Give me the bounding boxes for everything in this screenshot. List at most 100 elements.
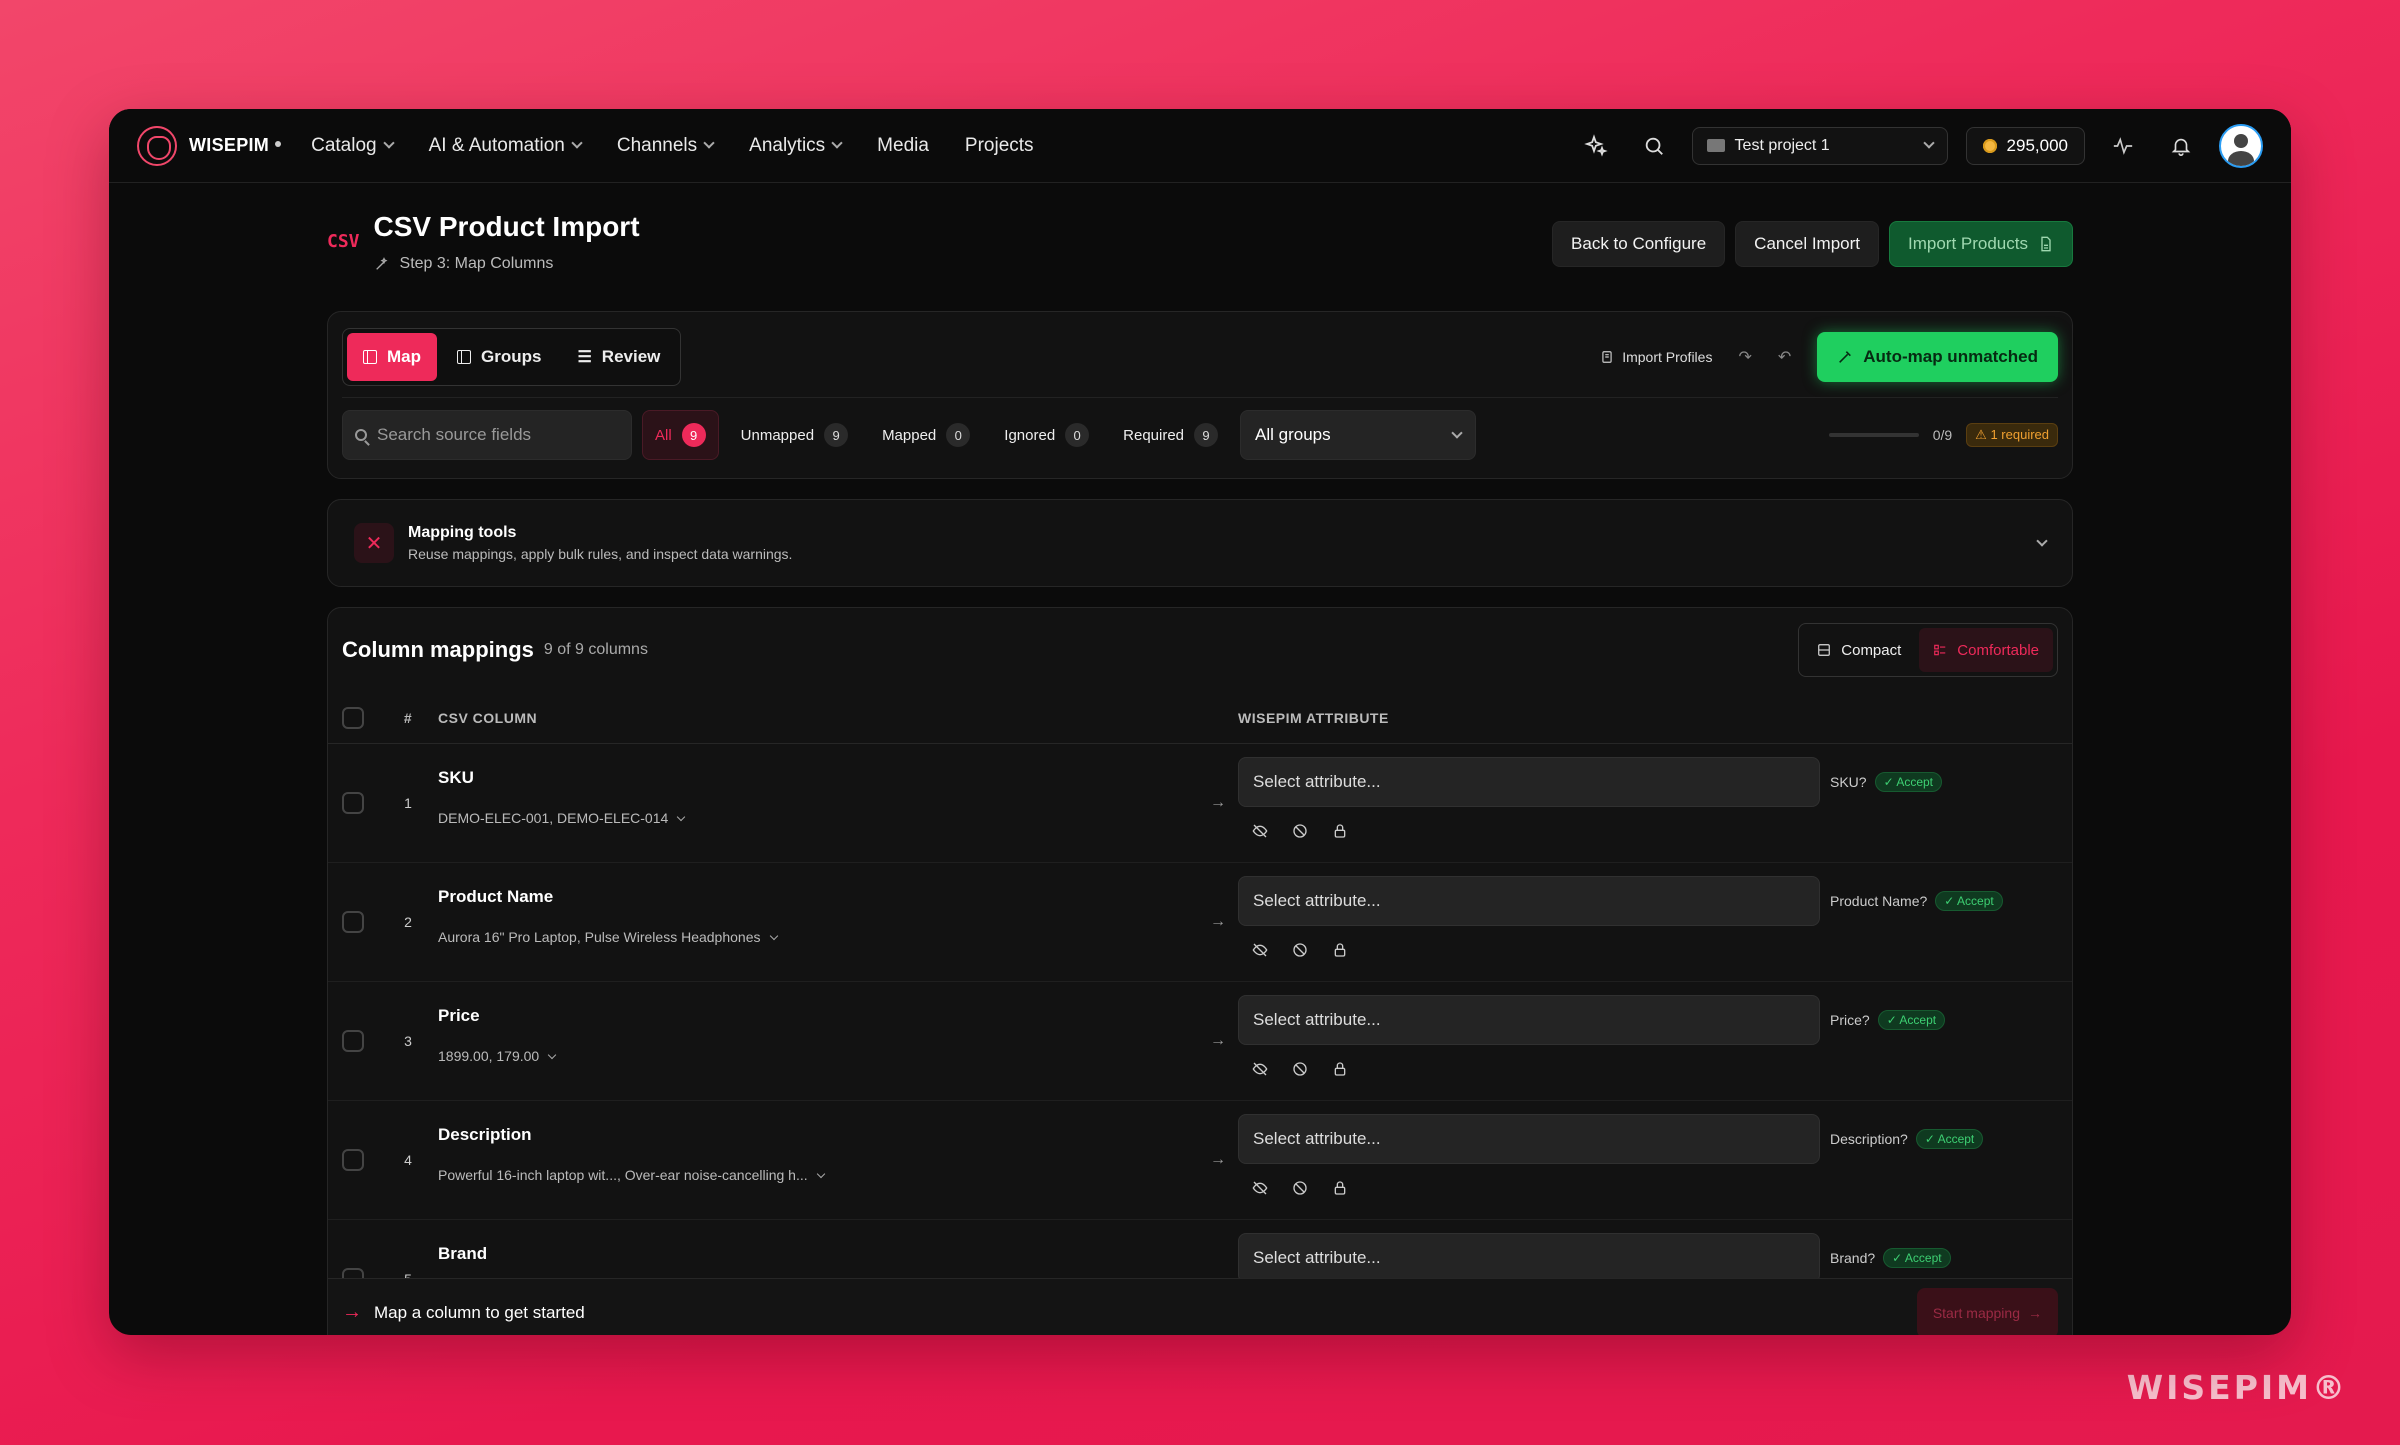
accept-suggestion-button[interactable]: ✓ Accept [1915, 1129, 1984, 1149]
search-icon [355, 429, 367, 441]
lock-icon[interactable] [1330, 821, 1350, 841]
tab-groups[interactable]: Groups [441, 333, 557, 381]
nav-label: Analytics [749, 134, 826, 156]
ban-icon[interactable] [1290, 1059, 1310, 1079]
filter-unmapped[interactable]: Unmapped 9 [729, 410, 860, 460]
tab-map[interactable]: Map [347, 332, 437, 381]
attribute-select[interactable]: Select attribute... [1238, 995, 1820, 1045]
eye-off-icon[interactable] [1250, 1059, 1270, 1079]
auto-map-label: Auto-map unmatched [1863, 346, 2038, 366]
start-mapping-button[interactable]: Start mapping → [1916, 1287, 2058, 1335]
suggestion: Description? ✓ Accept [1830, 1129, 1984, 1149]
nav-channels[interactable]: Channels [617, 135, 715, 157]
row-checkbox[interactable] [342, 792, 364, 814]
tab-review[interactable]: ☰ Review [561, 333, 676, 381]
nav-catalog[interactable]: Catalog [311, 135, 395, 157]
ban-icon[interactable] [1290, 940, 1310, 960]
brain-logo-icon [137, 125, 177, 166]
import-profiles-button[interactable]: Import Profiles [1600, 349, 1712, 365]
attribute-select[interactable]: Select attribute... [1238, 876, 1820, 926]
table-icon [363, 349, 377, 364]
row-checkbox[interactable] [342, 911, 364, 933]
ban-icon[interactable] [1290, 1178, 1310, 1198]
accept-suggestion-button[interactable]: ✓ Accept [1877, 1010, 1946, 1030]
activity-icon[interactable] [2103, 126, 2143, 166]
attribute-select[interactable]: Select attribute... [1238, 1114, 1820, 1164]
accept-suggestion-button[interactable]: ✓ Accept [1883, 1248, 1951, 1268]
sample-values[interactable]: Aurora 16" Pro Laptop, Pulse Wireless He… [438, 929, 1198, 945]
mapping-rows: 1 SKU DEMO-ELEC-001, DEMO-ELEC-014 → Sel… [328, 744, 2072, 1335]
filter-all[interactable]: All 9 [642, 410, 719, 460]
wisepim-watermark: WISEPIM® [2126, 1368, 2348, 1407]
undo-icon[interactable]: ↶ [1778, 347, 1791, 367]
bell-icon[interactable] [2161, 126, 2201, 166]
chevron-down-icon[interactable] [2036, 534, 2048, 547]
nav-ai-automation[interactable]: AI & Automation [429, 135, 583, 157]
density-comfortable[interactable]: Comfortable [1919, 628, 2053, 672]
wand-icon [375, 257, 388, 270]
suggestion-text: Price? [1830, 1012, 1870, 1028]
lock-icon[interactable] [1330, 1059, 1350, 1079]
accept-suggestion-button[interactable]: ✓ Accept [1935, 891, 2003, 911]
nav-label: Media [877, 134, 929, 156]
sparkles-icon[interactable] [1576, 126, 1616, 166]
search-placeholder: Search source fields [377, 425, 532, 444]
ban-icon[interactable] [1290, 821, 1310, 841]
redo-icon[interactable]: ↷ [1738, 347, 1751, 367]
nav-analytics[interactable]: Analytics [749, 134, 843, 157]
density-toggle: Compact Comfortable [1798, 623, 2058, 677]
suggestion: Brand? ✓ Accept [1830, 1248, 1951, 1268]
brand[interactable]: WISEPIM [137, 125, 282, 166]
suggestion: SKU? ✓ Accept [1830, 772, 1942, 792]
sample-values[interactable]: Powerful 16-inch laptop wit..., Over-ear… [438, 1167, 1198, 1183]
cancel-import-button[interactable]: Cancel Import [1735, 221, 1879, 267]
groups-select-value: All groups [1255, 425, 1331, 444]
filter-count: 9 [681, 423, 706, 447]
filter-mapped[interactable]: Mapped 0 [870, 410, 982, 460]
user-avatar[interactable] [2219, 123, 2263, 168]
eye-off-icon[interactable] [1250, 1178, 1270, 1198]
import-products-button[interactable]: Import Products [1889, 221, 2073, 267]
sample-values[interactable]: DEMO-ELEC-001, DEMO-ELEC-014 [438, 810, 1198, 826]
project-name: Test project 1 [1734, 136, 1830, 154]
mapping-tools-panel[interactable]: ✕ Mapping tools Reuse mappings, apply bu… [327, 499, 2073, 587]
tab-label: Map [387, 346, 421, 366]
row-checkbox[interactable] [342, 1030, 364, 1052]
filter-count: 0 [1065, 423, 1090, 447]
search-icon[interactable] [1634, 126, 1674, 166]
sample-text: DEMO-ELEC-001, DEMO-ELEC-014 [438, 810, 669, 826]
sample-values[interactable]: 1899.00, 179.00 [438, 1048, 1198, 1064]
density-label: Comfortable [1957, 641, 2039, 659]
brand-dot-icon [275, 140, 282, 147]
auto-map-button[interactable]: Auto-map unmatched [1817, 331, 2058, 382]
attribute-select[interactable]: Select attribute... [1238, 757, 1820, 807]
suggestion: Price? ✓ Accept [1830, 1010, 1946, 1030]
back-to-configure-button[interactable]: Back to Configure [1552, 221, 1726, 267]
filter-required[interactable]: Required 9 [1111, 410, 1230, 460]
top-navigation: WISEPIM Catalog AI & Automation Channels… [109, 109, 2291, 183]
filter-count: 9 [1194, 423, 1219, 447]
search-source-fields[interactable]: Search source fields [342, 410, 632, 460]
eye-off-icon[interactable] [1250, 940, 1270, 960]
nav-media[interactable]: Media [877, 135, 929, 157]
density-compact[interactable]: Compact [1803, 628, 1915, 672]
sample-text: 1899.00, 179.00 [438, 1048, 540, 1064]
select-all-checkbox[interactable] [342, 706, 364, 729]
accept-label: Accept [1957, 894, 1994, 908]
lock-icon[interactable] [1330, 1178, 1350, 1198]
accept-suggestion-button[interactable]: ✓ Accept [1874, 772, 1942, 792]
eye-off-icon[interactable] [1250, 821, 1270, 841]
header-csv-column: CSV COLUMN [438, 709, 538, 726]
filter-ignored[interactable]: Ignored 0 [992, 410, 1101, 460]
row-checkbox[interactable] [342, 1149, 364, 1171]
groups-select[interactable]: All groups [1240, 410, 1477, 460]
lock-icon[interactable] [1330, 940, 1350, 960]
app-window: WISEPIM Catalog AI & Automation Channels… [109, 109, 2291, 1335]
chevron-down-icon [1451, 426, 1463, 439]
page-header: CSV CSV Product Import Step 3: Map Colum… [327, 183, 2073, 311]
nav-projects[interactable]: Projects [965, 135, 1034, 157]
import-profiles-label: Import Profiles [1622, 348, 1713, 365]
attribute-select[interactable]: Select attribute... [1238, 1233, 1820, 1283]
credits-balance[interactable]: 295,000 [1965, 126, 2085, 165]
project-select[interactable]: Test project 1 [1691, 126, 1948, 165]
